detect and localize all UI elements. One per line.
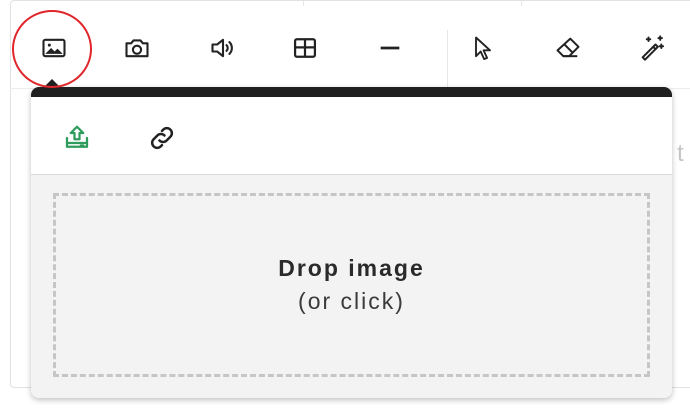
horizontal-rule-button[interactable] (370, 28, 410, 68)
dropzone-subtitle: (or click) (298, 288, 405, 314)
tab-link[interactable] (142, 118, 182, 158)
cursor-icon (475, 36, 491, 61)
insert-image-popover: Drop image (or click) (31, 87, 672, 398)
eraser-button[interactable] (548, 28, 588, 68)
upload-icon (65, 125, 89, 148)
audio-button[interactable] (203, 28, 243, 68)
popover-arrow (43, 79, 61, 88)
insert-image-button[interactable] (34, 28, 74, 68)
minus-icon (380, 46, 400, 50)
magic-wand-icon (641, 35, 665, 61)
image-dropzone[interactable]: Drop image (or click) (53, 193, 650, 377)
link-icon (150, 126, 174, 150)
image-icon (42, 38, 66, 58)
eraser-icon (556, 37, 580, 58)
popover-header-bar (31, 87, 672, 97)
select-pointer-button[interactable] (463, 28, 503, 68)
popover-tabs (31, 97, 672, 175)
table-button[interactable] (285, 28, 325, 68)
toolbar (10, 14, 690, 96)
magic-wand-button[interactable] (632, 28, 672, 68)
tab-upload[interactable] (57, 118, 97, 158)
editor-edge-text: t (677, 140, 684, 167)
table-icon (293, 38, 317, 58)
speaker-icon (211, 38, 233, 58)
camera-icon (125, 39, 149, 58)
popover-body: Drop image (or click) (31, 175, 672, 398)
dropzone-title: Drop image (278, 255, 425, 281)
camera-button[interactable] (117, 28, 157, 68)
